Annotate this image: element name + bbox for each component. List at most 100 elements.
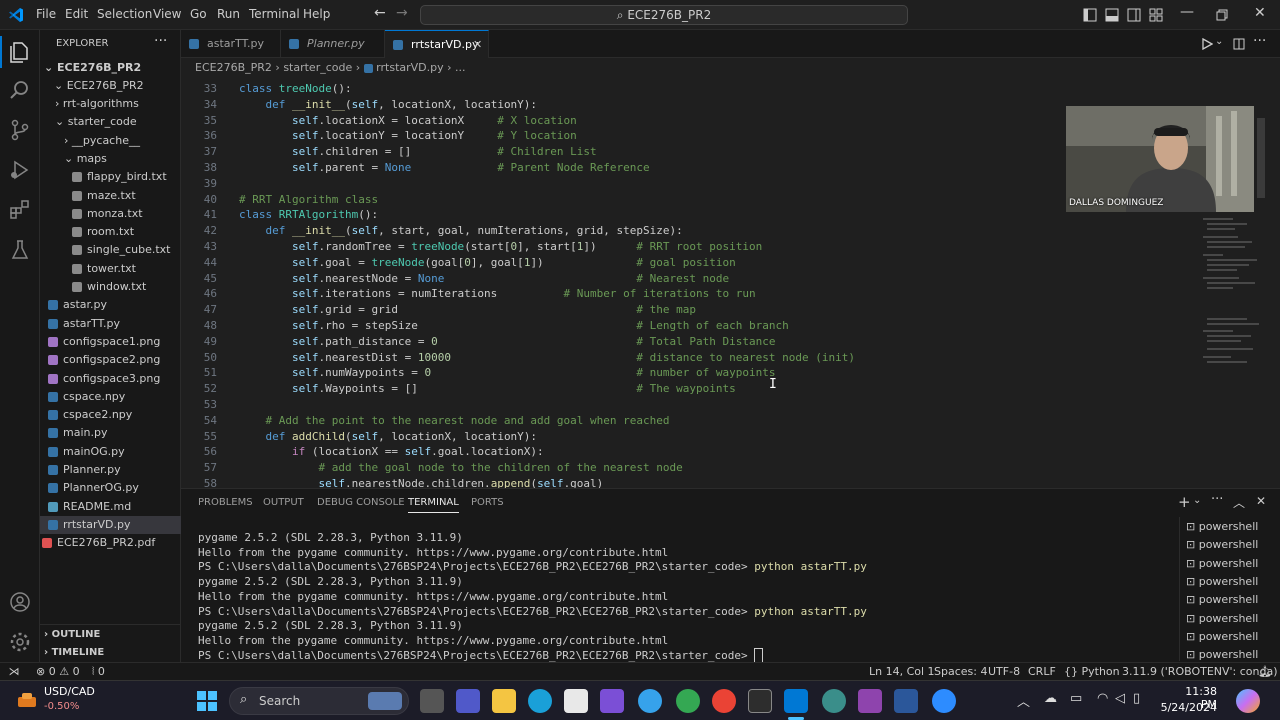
menu-terminal[interactable]: Terminal bbox=[249, 7, 300, 21]
code-line[interactable]: 47 self.grid = grid # the map bbox=[181, 302, 1181, 318]
menu-go[interactable]: Go bbox=[190, 7, 207, 21]
terminal-dropdown-icon[interactable]: ⌄ bbox=[1193, 495, 1201, 506]
file-item[interactable]: rrtstarVD.py bbox=[40, 515, 181, 534]
code-line[interactable]: 45 self.nearestNode = None # Nearest nod… bbox=[181, 271, 1181, 287]
more-actions-icon[interactable]: ··· bbox=[1211, 492, 1223, 507]
file-item[interactable]: PlannerOG.py bbox=[40, 479, 181, 497]
task-view-icon[interactable] bbox=[420, 689, 444, 713]
back-arrow-icon[interactable]: ← bbox=[374, 5, 386, 21]
terminal-instance[interactable]: ⊡ powershell bbox=[1186, 538, 1258, 551]
app-icon[interactable] bbox=[822, 689, 846, 713]
file-item[interactable]: window.txt bbox=[40, 278, 181, 296]
close-tab-icon[interactable]: ✕ bbox=[473, 31, 482, 59]
folder-ecе276b-pr2[interactable]: ⌄ ECE276B_PR2 bbox=[40, 77, 181, 95]
file-item[interactable]: astar.py bbox=[40, 296, 181, 314]
explorer-icon[interactable] bbox=[8, 40, 32, 64]
file-explorer-icon[interactable] bbox=[492, 689, 516, 713]
store-icon[interactable] bbox=[564, 689, 588, 713]
windows-start-icon[interactable] bbox=[196, 690, 218, 712]
minimize-icon[interactable]: — bbox=[1180, 4, 1194, 20]
file-item[interactable]: ECE276B_PR2.pdf bbox=[40, 534, 181, 552]
word-icon[interactable] bbox=[894, 689, 918, 713]
language-mode[interactable]: {} Python bbox=[1064, 663, 1120, 680]
tab-problems[interactable]: PROBLEMS bbox=[198, 497, 253, 508]
breadcrumb-item[interactable]: ECE276B_PR2 bbox=[195, 61, 272, 74]
cursor-position[interactable]: Ln 14, Col 1 bbox=[869, 663, 935, 680]
close-panel-icon[interactable]: ✕ bbox=[1256, 494, 1266, 508]
terminal-instance[interactable]: ⊡ powershell bbox=[1186, 593, 1258, 606]
code-line[interactable]: 58 self.nearestNode.children.append(self… bbox=[181, 476, 1181, 488]
battery-icon[interactable]: ▯ bbox=[1133, 691, 1140, 706]
code-line[interactable]: 34 def __init__(self, locationX, locatio… bbox=[181, 97, 1181, 113]
notifications-bell-icon[interactable]: 🔔︎ bbox=[1258, 663, 1272, 680]
code-line[interactable]: 49 self.path_distance = 0 # Total Path D… bbox=[181, 334, 1181, 350]
tab-ports[interactable]: PORTS bbox=[471, 497, 504, 508]
menu-view[interactable]: View bbox=[153, 7, 181, 21]
line-ending[interactable]: CRLF bbox=[1028, 663, 1056, 680]
file-item[interactable]: configspace1.png bbox=[40, 333, 181, 351]
ports-status[interactable]: ⦚ 0 bbox=[92, 663, 105, 680]
account-icon[interactable] bbox=[8, 590, 32, 614]
file-item[interactable]: cspace.npy bbox=[40, 388, 181, 406]
tab-output[interactable]: OUTPUT bbox=[263, 497, 304, 508]
problems-status[interactable]: ⊗ 0 ⚠ 0 bbox=[36, 663, 80, 680]
code-line[interactable]: 52 self.Waypoints = [] # The waypoints bbox=[181, 381, 1181, 397]
indentation[interactable]: Spaces: 4 bbox=[934, 663, 987, 680]
run-debug-icon[interactable] bbox=[8, 158, 32, 182]
stock-widget-icon[interactable] bbox=[16, 689, 38, 711]
terminal-instance[interactable]: ⊡ powershell bbox=[1186, 575, 1258, 588]
onedrive-icon[interactable]: ☁ bbox=[1044, 691, 1057, 706]
file-item[interactable]: main.py bbox=[40, 424, 181, 442]
workspace-root[interactable]: ⌄ ECE276B_PR2 bbox=[40, 59, 181, 77]
menu-selection[interactable]: Selection bbox=[97, 7, 152, 21]
code-line[interactable]: 35 self.locationX = locationX # X locati… bbox=[181, 113, 1181, 129]
file-item[interactable]: configspace3.png bbox=[40, 370, 181, 388]
folder-item[interactable]: ⌄ starter_code bbox=[40, 113, 181, 131]
extensions-icon[interactable] bbox=[8, 198, 32, 222]
volume-icon[interactable]: ◁ bbox=[1115, 691, 1125, 706]
file-item[interactable]: Planner.py bbox=[40, 461, 181, 479]
stock-ticker[interactable]: USD/CAD bbox=[44, 685, 95, 698]
code-line[interactable]: 38 self.parent = None # Parent Node Refe… bbox=[181, 160, 1181, 176]
toggle-secondary-sidebar-icon[interactable] bbox=[1127, 8, 1141, 22]
chrome-icon[interactable] bbox=[676, 689, 700, 713]
file-item[interactable]: cspace2.npy bbox=[40, 406, 181, 424]
chrome-canary-icon[interactable] bbox=[638, 689, 662, 713]
file-item[interactable]: README.md bbox=[40, 498, 181, 516]
folder-item[interactable]: › rrt-algorithms bbox=[40, 95, 181, 113]
clock-date[interactable]: 5/24/2024 bbox=[1160, 701, 1217, 714]
wifi-icon[interactable]: ◠ bbox=[1097, 691, 1108, 706]
breadcrumb-item[interactable]: ... bbox=[455, 61, 466, 74]
code-line[interactable]: 41 class RRTAlgorithm(): bbox=[181, 207, 1181, 223]
code-line[interactable]: 36 self.locationY = locationY # Y locati… bbox=[181, 128, 1181, 144]
taskbar-search-box[interactable]: ⌕ Search bbox=[229, 687, 409, 715]
run-dropdown-icon[interactable]: ⌄ bbox=[1215, 36, 1223, 47]
network-icon[interactable]: ▭ bbox=[1070, 691, 1082, 706]
settings-gear-icon[interactable] bbox=[8, 630, 32, 654]
outline-section[interactable]: › OUTLINE bbox=[40, 626, 181, 644]
code-line[interactable]: 46 self.iterations = numIterations # Num… bbox=[181, 286, 1181, 302]
tab-astartt[interactable]: astarTT.py bbox=[181, 30, 281, 58]
file-item[interactable]: maze.txt bbox=[40, 187, 181, 205]
tab-debug-console[interactable]: DEBUG CONSOLE bbox=[317, 497, 405, 508]
file-item[interactable]: mainOG.py bbox=[40, 443, 181, 461]
folder-item[interactable]: ⌄ maps bbox=[40, 150, 181, 168]
code-line[interactable]: 39 bbox=[181, 176, 1181, 192]
forward-arrow-icon[interactable]: → bbox=[396, 5, 408, 21]
breadcrumb-item[interactable]: rrtstarVD.py bbox=[376, 61, 443, 74]
command-center[interactable]: ⌕ ECE276B_PR2 bbox=[420, 5, 908, 25]
menu-run[interactable]: Run bbox=[217, 7, 240, 21]
code-line[interactable]: 54 # Add the point to the nearest node a… bbox=[181, 413, 1181, 429]
terminal-instance[interactable]: ⊡ powershell bbox=[1186, 648, 1258, 661]
tab-planner[interactable]: Planner.py bbox=[281, 30, 385, 58]
terminal-instance[interactable]: ⊡ powershell bbox=[1186, 612, 1258, 625]
code-line[interactable]: 44 self.goal = treeNode(goal[0], goal[1]… bbox=[181, 255, 1181, 271]
more-actions-icon[interactable]: ··· bbox=[1253, 33, 1266, 49]
file-item[interactable]: single_cube.txt bbox=[40, 241, 181, 259]
customize-layout-icon[interactable] bbox=[1149, 8, 1163, 22]
folder-item[interactable]: › __pycache__ bbox=[40, 132, 181, 150]
python-interpreter[interactable]: 3.11.9 ('ROBOTENV': conda) bbox=[1122, 663, 1278, 680]
menu-edit[interactable]: Edit bbox=[65, 7, 88, 21]
source-control-icon[interactable] bbox=[8, 118, 32, 142]
testing-icon[interactable] bbox=[8, 238, 32, 262]
